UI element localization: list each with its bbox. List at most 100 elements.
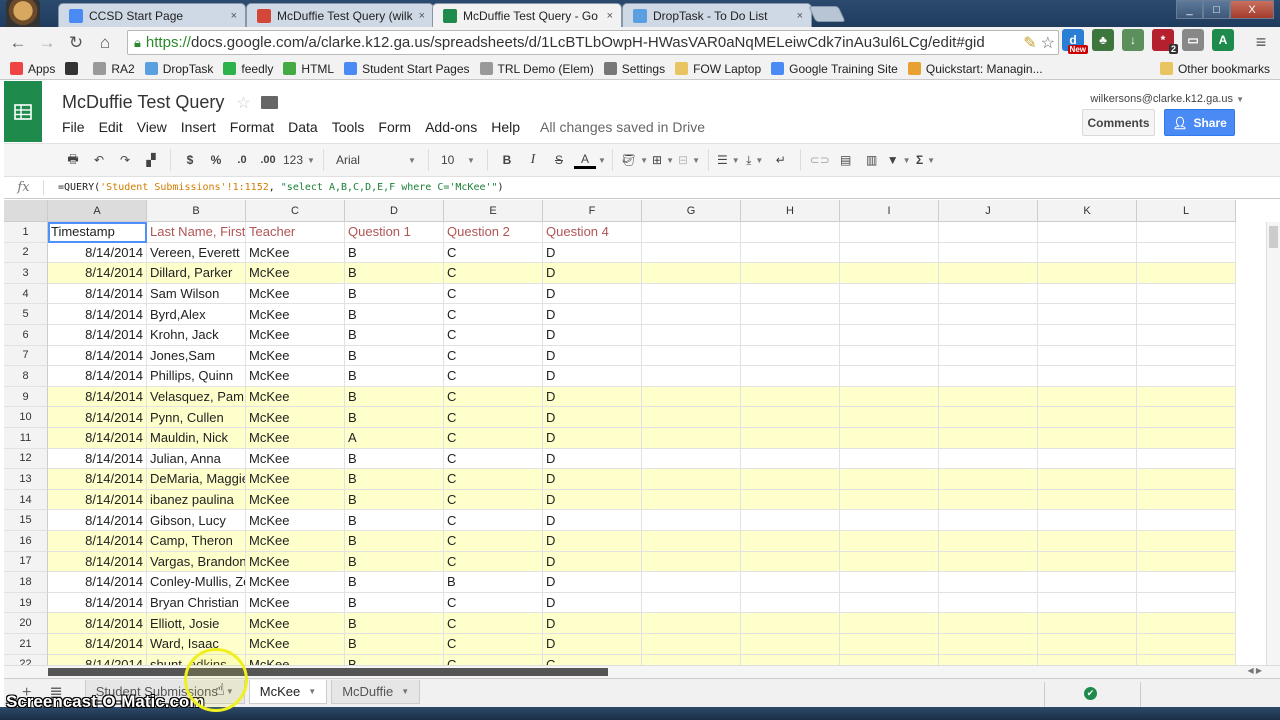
- cell[interactable]: [840, 510, 939, 531]
- cell[interactable]: [1038, 654, 1137, 665]
- cell[interactable]: [741, 634, 840, 655]
- row-header[interactable]: 22: [4, 654, 48, 665]
- cell[interactable]: Phillips, Quinn: [147, 366, 246, 387]
- cell[interactable]: [939, 489, 1038, 511]
- cell[interactable]: D: [543, 551, 642, 573]
- cell[interactable]: [939, 510, 1038, 531]
- cell[interactable]: 8/14/2014: [48, 428, 147, 449]
- fill-color-icon[interactable]: 🪣︎ ▼: [621, 148, 648, 172]
- cell[interactable]: [1137, 263, 1236, 284]
- cell[interactable]: 8/14/2014: [48, 407, 147, 428]
- row-header[interactable]: 6: [4, 325, 48, 346]
- cell[interactable]: [840, 222, 939, 243]
- cell[interactable]: McKee: [246, 386, 345, 408]
- cell[interactable]: D: [543, 448, 642, 470]
- cell[interactable]: [642, 345, 741, 367]
- cell[interactable]: [642, 386, 741, 408]
- cell[interactable]: B: [345, 407, 444, 428]
- cell[interactable]: [741, 428, 840, 449]
- cell[interactable]: McKee: [246, 304, 345, 325]
- bookmark-star-icon[interactable]: ☆: [1041, 33, 1055, 53]
- cell[interactable]: [840, 489, 939, 511]
- cell[interactable]: D: [543, 428, 642, 449]
- column-header[interactable]: L: [1137, 200, 1236, 222]
- row-header[interactable]: 5: [4, 304, 48, 325]
- cell[interactable]: [642, 592, 741, 614]
- cell[interactable]: [1137, 366, 1236, 387]
- strikethrough-button[interactable]: S: [548, 148, 570, 172]
- cell[interactable]: D: [543, 489, 642, 511]
- cell[interactable]: B: [444, 572, 543, 593]
- cell[interactable]: D: [543, 634, 642, 655]
- cell[interactable]: [642, 304, 741, 325]
- star-icon[interactable]: ☆: [236, 93, 250, 113]
- address-bar[interactable]: 🔒︎ https:// docs.google.com/a/clarke.k12…: [127, 30, 1059, 55]
- menu-help[interactable]: Help: [491, 119, 520, 135]
- cell[interactable]: B: [345, 366, 444, 387]
- new-tab-button[interactable]: [808, 6, 846, 22]
- cell[interactable]: McKee: [246, 551, 345, 573]
- cell[interactable]: McKee: [246, 572, 345, 593]
- column-header[interactable]: I: [840, 200, 939, 222]
- horizontal-scrollbar[interactable]: ◀ ▶: [4, 665, 1280, 678]
- cell[interactable]: 8/14/2014: [48, 572, 147, 593]
- cell[interactable]: [1038, 448, 1137, 470]
- diigo-extension-icon[interactable]: d New: [1062, 29, 1088, 54]
- cell[interactable]: [1137, 242, 1236, 264]
- cell[interactable]: Question 4: [543, 222, 642, 243]
- cell[interactable]: Timestamp: [48, 222, 147, 243]
- sheet-tab[interactable]: McKee ▼: [248, 679, 328, 704]
- column-header[interactable]: C: [246, 200, 345, 222]
- cell[interactable]: [840, 634, 939, 655]
- comments-button[interactable]: Comments: [1082, 109, 1155, 136]
- save-status[interactable]: All changes saved in Drive: [540, 119, 705, 135]
- row-header[interactable]: 10: [4, 407, 48, 428]
- cell[interactable]: [741, 551, 840, 573]
- bookmark-item[interactable]: Settings: [603, 62, 665, 76]
- cell[interactable]: [840, 283, 939, 305]
- column-header[interactable]: E: [444, 200, 543, 222]
- cell[interactable]: [939, 469, 1038, 490]
- cell[interactable]: [939, 386, 1038, 408]
- browser-tab[interactable]: McDuffie Test Query - Go ×: [432, 3, 622, 27]
- cell[interactable]: [840, 242, 939, 264]
- cell[interactable]: Teacher: [246, 222, 345, 243]
- row-header[interactable]: 16: [4, 531, 48, 552]
- cell[interactable]: [939, 654, 1038, 665]
- cell[interactable]: [741, 407, 840, 428]
- menu-format[interactable]: Format: [230, 119, 274, 135]
- cell[interactable]: 8/14/2014: [48, 613, 147, 634]
- row-header[interactable]: 21: [4, 634, 48, 655]
- account-email[interactable]: wilkersons@clarke.k12.ga.us ▼: [1090, 93, 1244, 105]
- cell[interactable]: C: [444, 345, 543, 367]
- evernote-extension-icon[interactable]: ♣: [1092, 29, 1114, 51]
- close-tab-icon[interactable]: ×: [419, 10, 425, 22]
- cell[interactable]: C: [444, 448, 543, 470]
- cell[interactable]: [741, 489, 840, 511]
- cell[interactable]: D: [543, 592, 642, 614]
- cell[interactable]: McKee: [246, 242, 345, 264]
- cell[interactable]: [840, 428, 939, 449]
- cell[interactable]: [939, 222, 1038, 243]
- row-header[interactable]: 3: [4, 263, 48, 284]
- cell[interactable]: [840, 386, 939, 408]
- cell[interactable]: Velasquez, Pam: [147, 386, 246, 408]
- cell[interactable]: [1137, 469, 1236, 490]
- cell[interactable]: [1038, 304, 1137, 325]
- row-header[interactable]: 19: [4, 592, 48, 614]
- close-tab-icon[interactable]: ×: [797, 10, 803, 22]
- browser-tab[interactable]: CCSD Start Page ×: [58, 3, 246, 27]
- cell[interactable]: [1038, 263, 1137, 284]
- cell[interactable]: [840, 345, 939, 367]
- cell[interactable]: D: [543, 531, 642, 552]
- text-color-button[interactable]: A: [573, 151, 596, 169]
- cell[interactable]: [741, 304, 840, 325]
- cell[interactable]: D: [543, 345, 642, 367]
- menu-addons[interactable]: Add-ons: [425, 119, 477, 135]
- menu-insert[interactable]: Insert: [181, 119, 216, 135]
- cell[interactable]: [939, 366, 1038, 387]
- cell[interactable]: B: [345, 386, 444, 408]
- redo-icon[interactable]: ↷: [114, 148, 136, 172]
- cell[interactable]: [840, 366, 939, 387]
- cell[interactable]: Question 2: [444, 222, 543, 243]
